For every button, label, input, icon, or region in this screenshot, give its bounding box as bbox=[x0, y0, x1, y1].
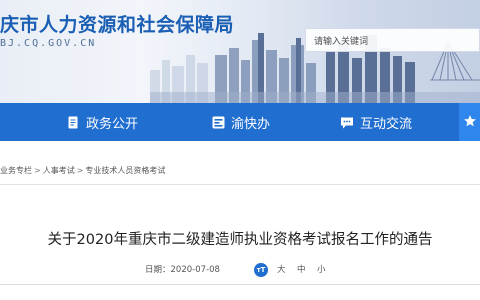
breadcrumb-item-business[interactable]: 业务专栏 bbox=[0, 165, 32, 176]
font-size-icon: ᴛT bbox=[254, 263, 268, 277]
star-icon bbox=[463, 113, 477, 132]
font-size-small-button[interactable]: 小 bbox=[317, 262, 326, 278]
nav-item-label: 互动交流 bbox=[360, 116, 413, 132]
article-meta: 日期：2020-07-08 ᴛT 大 中 小 bbox=[0, 262, 480, 278]
main-nav: 政务公开 渝快办 互动交流 bbox=[0, 103, 480, 141]
breadcrumb-item-professional-exam[interactable]: 专业技术人员资格考试 bbox=[85, 165, 165, 176]
date-label: 日期： bbox=[145, 265, 171, 275]
nav-item-label: 渝快办 bbox=[231, 116, 271, 132]
search-input[interactable] bbox=[306, 31, 479, 53]
nav-item-yukuaiban[interactable]: 渝快办 bbox=[211, 103, 270, 141]
document-icon bbox=[66, 115, 80, 129]
nav-side-tab[interactable] bbox=[459, 103, 480, 141]
nav-item-government-affairs[interactable]: 政务公开 bbox=[66, 103, 138, 141]
search-box[interactable] bbox=[305, 28, 480, 53]
article-title: 关于2020年重庆市二级建造师执业资格考试报名工作的通告 bbox=[47, 232, 433, 248]
header-banner: 庆市人力资源和社会保障局 BJ.CQ.GOV.CN bbox=[0, 0, 480, 103]
breadcrumb: 业务专栏 > 人事考试 > 专业技术人员资格考试 bbox=[0, 163, 165, 177]
font-size-large-button[interactable]: 大 bbox=[277, 262, 286, 278]
nav-item-label: 政务公开 bbox=[86, 116, 139, 132]
site-domain: BJ.CQ.GOV.CN bbox=[0, 38, 97, 49]
breadcrumb-item-personnel-exam[interactable]: 人事考试 bbox=[43, 165, 75, 176]
chat-bubble-icon bbox=[340, 115, 354, 129]
nav-item-interaction[interactable]: 互动交流 bbox=[340, 103, 412, 141]
app-window-icon bbox=[211, 115, 225, 129]
date-value: 2020-07-08 bbox=[170, 265, 220, 275]
breadcrumb-separator: > bbox=[34, 165, 41, 175]
site-title: 庆市人力资源和社会保障局 bbox=[0, 14, 235, 36]
breadcrumb-divider bbox=[0, 184, 480, 185]
article-divider bbox=[0, 284, 480, 285]
font-size-medium-button[interactable]: 中 bbox=[297, 262, 306, 278]
article-date: 日期：2020-07-08 bbox=[145, 262, 220, 278]
breadcrumb-separator: > bbox=[76, 165, 84, 175]
